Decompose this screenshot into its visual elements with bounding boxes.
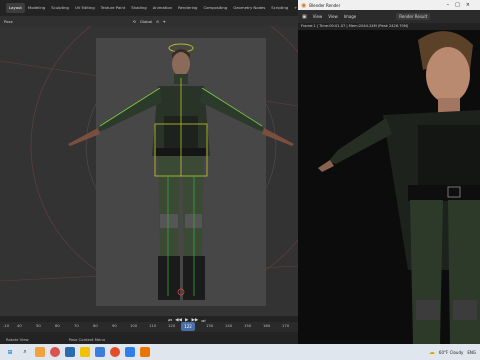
tick-label: -10 — [3, 323, 10, 328]
orientation-icon[interactable]: ⟲ — [133, 19, 136, 24]
app-icon-3[interactable] — [65, 347, 75, 357]
weather-icon: ☁ — [428, 348, 435, 356]
tab-geometry-nodes[interactable]: Geometry Nodes — [230, 3, 268, 13]
tab-compositing[interactable]: Compositing — [200, 3, 230, 13]
tab-modeling[interactable]: Modeling — [25, 3, 48, 13]
tick-label: 40 — [17, 323, 22, 328]
blender-taskbar-icon[interactable] — [140, 347, 150, 357]
tick-label: 160 — [263, 323, 271, 328]
tick-label: 170 — [282, 323, 290, 328]
language-indicator[interactable]: ENG — [467, 350, 476, 355]
pivot-icon[interactable]: ⊙ — [156, 19, 159, 24]
render-result-image[interactable] — [298, 30, 480, 344]
viewport-header: Pose ⟲ Global ⊙ ⌖ — [0, 16, 298, 26]
tick-label: 120 — [168, 323, 176, 328]
add-workspace-button[interactable]: + — [291, 3, 298, 13]
render-window-titlebar: ◉ Blender Render –□× — [298, 0, 480, 10]
tab-sculpting[interactable]: Sculpting — [48, 3, 72, 13]
folder-icon[interactable] — [80, 347, 90, 357]
tick-label: 100 — [130, 323, 138, 328]
image-editor-header: ▣ View View Image Render Result — [298, 10, 480, 23]
tick-label: 110 — [149, 323, 157, 328]
app-icon-4[interactable] — [95, 347, 105, 357]
tick-label: 130 — [206, 323, 214, 328]
render-window-title: Blender Render — [309, 2, 341, 8]
status-rotate-view: Rotate View — [6, 336, 29, 342]
menu-view-2[interactable]: View — [328, 14, 338, 19]
windows-start-icon[interactable]: ⊞ — [5, 347, 15, 357]
transform-orientation-dropdown[interactable]: Global — [140, 19, 152, 24]
tick-label: 50 — [36, 323, 41, 328]
chrome-icon[interactable] — [110, 347, 120, 357]
render-slot-dropdown[interactable]: Render Result — [396, 13, 431, 20]
tab-scripting[interactable]: Scripting — [268, 3, 291, 13]
menu-view[interactable]: View — [313, 14, 323, 19]
app-icon-1[interactable] — [35, 347, 45, 357]
system-tray: ☁ 60°F Cloudy ENG — [429, 344, 476, 360]
blender-logo-icon: ◉ — [301, 1, 307, 9]
blender-main-window: Layout Modeling Sculpting UV Editing Tex… — [0, 0, 298, 344]
tick-label: 140 — [225, 323, 233, 328]
tab-layout[interactable]: Layout — [6, 3, 25, 13]
character-rig[interactable] — [0, 26, 298, 316]
tick-label: 60 — [55, 323, 60, 328]
editor-type-icon[interactable]: ▣ — [302, 14, 307, 20]
3d-viewport[interactable] — [0, 26, 298, 316]
taskbar: ⊞ ⌕ ☁ 60°F Cloudy ENG — [0, 344, 480, 360]
render-stats: Frame:1 | Time:00:01.07 | Mem:2044.24M (… — [301, 24, 409, 28]
render-window: ◉ Blender Render –□× ▣ View View Image R… — [298, 0, 480, 344]
app-icon-2[interactable] — [50, 347, 60, 357]
status-bar: Rotate View Pose Context Menu — [0, 334, 298, 344]
app-icon-5[interactable] — [125, 347, 135, 357]
workspace-tabs: Layout Modeling Sculpting UV Editing Tex… — [0, 0, 298, 16]
search-icon[interactable]: ⌕ — [20, 347, 30, 357]
tab-rendering[interactable]: Rendering — [175, 3, 200, 13]
current-frame-indicator[interactable]: 122 — [181, 322, 195, 331]
tab-uv-editing[interactable]: UV Editing — [72, 3, 98, 13]
menu-image[interactable]: Image — [344, 14, 357, 19]
window-controls[interactable]: –□× — [447, 2, 476, 8]
tick-label: 150 — [244, 323, 252, 328]
timeline-ruler[interactable]: -10 40 50 60 70 80 90 100 110 120 130 14… — [0, 322, 298, 332]
tab-animation[interactable]: Animation — [150, 3, 175, 13]
status-context-menu: Pose Context Menu — [68, 336, 106, 342]
weather-text[interactable]: 60°F Cloudy — [439, 350, 463, 355]
render-info-bar: Frame:1 | Time:00:01.07 | Mem:2044.24M (… — [298, 23, 480, 30]
tick-label: 90 — [112, 323, 117, 328]
tab-shading[interactable]: Shading — [128, 3, 149, 13]
tick-label: 80 — [93, 323, 98, 328]
tick-label: 70 — [74, 323, 79, 328]
rendered-character — [318, 31, 480, 344]
mode-dropdown[interactable]: Pose — [4, 19, 13, 24]
tab-texture-paint[interactable]: Texture Paint — [98, 3, 129, 13]
snap-icon[interactable]: ⌖ — [163, 19, 165, 24]
